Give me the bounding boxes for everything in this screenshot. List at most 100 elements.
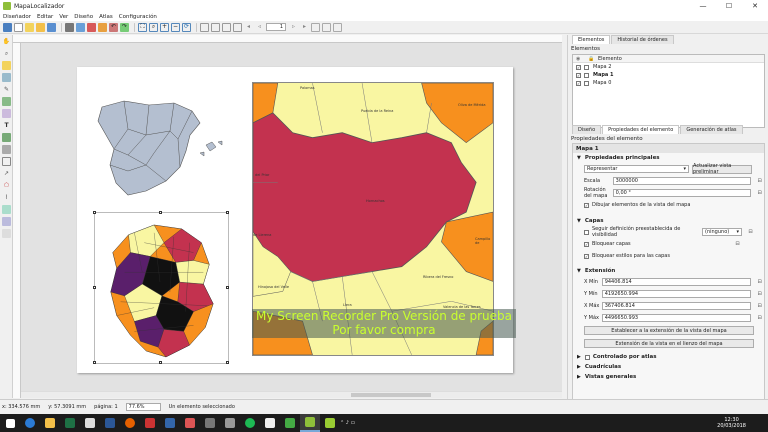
print-icon[interactable] xyxy=(65,22,74,32)
add-polyline-icon[interactable]: ⌇ xyxy=(2,193,11,202)
tab-elementos[interactable]: Elementos xyxy=(572,35,611,44)
new-layout-icon[interactable] xyxy=(14,22,23,32)
maximize-button[interactable]: ☐ xyxy=(716,2,742,10)
atlas-page-field[interactable]: 1 xyxy=(266,23,286,31)
resize-handle[interactable] xyxy=(93,211,96,214)
taskbar-excel[interactable] xyxy=(60,414,80,432)
zoom-out-icon[interactable]: − xyxy=(171,22,180,32)
edit-nodes-icon[interactable]: ✎ xyxy=(2,85,11,94)
taskbar-clock[interactable]: 12:30 20/03/2018 xyxy=(717,417,746,429)
export-image-icon[interactable] xyxy=(76,22,85,32)
add-image-icon[interactable] xyxy=(2,109,11,118)
list-item[interactable]: ✓ Mapa 0 xyxy=(573,79,764,87)
tab-generacion-atlas[interactable]: Generación de atlas xyxy=(680,125,743,134)
resize-handle[interactable] xyxy=(93,361,96,364)
zoom-in-icon[interactable]: + xyxy=(160,22,169,32)
taskbar-firefox[interactable] xyxy=(120,414,140,432)
export-svg-icon[interactable] xyxy=(98,22,107,32)
resize-handle[interactable] xyxy=(226,286,229,289)
duplicate-layout-icon[interactable] xyxy=(25,22,34,32)
data-defined-icon[interactable]: ⊟ xyxy=(755,279,764,286)
menu-ver[interactable]: Ver xyxy=(59,14,68,20)
tab-propiedades-elemento[interactable]: Propiedades del elemento xyxy=(602,125,680,134)
atlas-print-icon[interactable] xyxy=(311,22,320,32)
lock-layers-checkbox[interactable]: ✓ xyxy=(584,241,589,247)
start-button[interactable] xyxy=(0,414,20,432)
list-item[interactable]: ✓ Mapa 2 xyxy=(573,63,764,71)
atlas-next-icon[interactable]: ▹ xyxy=(289,23,298,32)
scrollbar-thumb[interactable] xyxy=(351,393,431,397)
visibility-checkbox[interactable]: ✓ xyxy=(576,72,581,78)
resize-handle[interactable] xyxy=(93,286,96,289)
add-map-icon[interactable] xyxy=(2,97,11,106)
taskbar-app2[interactable] xyxy=(140,414,160,432)
taskbar-app8[interactable] xyxy=(280,414,300,432)
atlas-controlled-checkbox[interactable] xyxy=(584,354,590,360)
section-atlas-controlled[interactable]: ▶ Controlado por atlas xyxy=(573,352,764,362)
follow-preset-checkbox[interactable] xyxy=(584,229,589,235)
scale-input[interactable]: 3000000 xyxy=(612,177,752,185)
add-arrow-icon[interactable]: ↗ xyxy=(2,169,11,178)
menu-editar[interactable]: Editar xyxy=(37,14,53,20)
data-defined-icon[interactable]: ⊟ xyxy=(755,303,764,310)
taskbar-explorer[interactable] xyxy=(40,414,60,432)
atlas-export-icon[interactable] xyxy=(322,22,331,32)
section-overviews[interactable]: ▶ Vistas generales xyxy=(573,372,764,382)
minimize-button[interactable]: — xyxy=(690,2,716,10)
add-label-icon[interactable]: T xyxy=(2,121,11,130)
lock-checkbox[interactable] xyxy=(584,80,589,86)
add-legend-icon[interactable] xyxy=(2,133,11,142)
save-template-icon[interactable] xyxy=(47,22,56,32)
add-html-icon[interactable] xyxy=(2,229,11,238)
add-scalebar-icon[interactable] xyxy=(2,145,11,154)
taskbar-app4[interactable] xyxy=(180,414,200,432)
export-pdf-icon[interactable] xyxy=(87,22,96,32)
resize-handle[interactable] xyxy=(226,211,229,214)
draw-items-checkbox[interactable]: ✓ xyxy=(584,202,589,208)
ungroup-icon[interactable] xyxy=(233,22,242,32)
xmax-input[interactable]: 367406.814 xyxy=(601,302,752,310)
section-layers[interactable]: ▼ Capas xyxy=(573,216,764,226)
tab-diseno[interactable]: Diseño xyxy=(572,125,602,134)
preset-select[interactable]: (ninguno) ▾ xyxy=(702,228,742,236)
redo-icon[interactable]: ↷ xyxy=(120,22,129,32)
map-item-spain[interactable] xyxy=(94,95,229,210)
pan-icon[interactable]: ✋ xyxy=(2,37,11,46)
atlas-settings-icon[interactable] xyxy=(333,22,342,32)
menu-disenador[interactable]: Diseñador xyxy=(3,14,31,20)
data-defined-icon[interactable]: ⊟ xyxy=(755,178,764,185)
data-defined-icon[interactable]: ⊟ xyxy=(755,315,764,322)
atlas-prev-icon[interactable]: ◃ xyxy=(255,23,264,32)
taskbar-qgis2[interactable] xyxy=(320,414,340,432)
visibility-checkbox[interactable]: ✓ xyxy=(576,80,581,86)
data-defined-icon[interactable]: ⊟ xyxy=(755,190,764,197)
update-preview-button[interactable]: Actualizar vista preliminar xyxy=(692,163,752,175)
taskbar-word[interactable] xyxy=(100,414,120,432)
resize-handle[interactable] xyxy=(226,361,229,364)
section-grids[interactable]: ▶ Cuadrículas xyxy=(573,362,764,372)
taskbar-app7[interactable] xyxy=(260,414,280,432)
view-extent-button[interactable]: Extensión de la vista en el lienzo del m… xyxy=(584,339,754,348)
xmin-input[interactable]: 94406.814 xyxy=(601,278,752,286)
ymin-input[interactable]: 4192650.994 xyxy=(601,290,752,298)
resize-handle[interactable] xyxy=(159,211,162,214)
visibility-checkbox[interactable]: ✓ xyxy=(576,64,581,70)
lock-checkbox[interactable] xyxy=(584,72,589,78)
move-content-icon[interactable] xyxy=(2,73,11,82)
add-table-icon[interactable] xyxy=(2,205,11,214)
refresh-icon[interactable]: ⟳ xyxy=(182,22,191,32)
unlock-items-icon[interactable] xyxy=(211,22,220,32)
close-button[interactable]: ✕ xyxy=(742,2,768,10)
taskbar-edge[interactable] xyxy=(20,414,40,432)
zoom-full-icon[interactable]: ⛶ xyxy=(138,22,147,32)
group-icon[interactable] xyxy=(222,22,231,32)
zoom-combo[interactable]: 77.6% xyxy=(125,403,161,411)
add-polygon-icon[interactable]: ⬠ xyxy=(2,181,11,190)
canvas-horizontal-scrollbar[interactable] xyxy=(21,391,562,398)
data-defined-icon[interactable]: ⊟ xyxy=(755,291,764,298)
set-extent-button[interactable]: Establecer a la extensión de la vista de… xyxy=(584,326,754,335)
open-template-icon[interactable] xyxy=(36,22,45,32)
save-icon[interactable] xyxy=(3,22,12,32)
atlas-last-icon[interactable]: ▸ xyxy=(300,23,309,32)
taskbar-spotify[interactable] xyxy=(240,414,260,432)
